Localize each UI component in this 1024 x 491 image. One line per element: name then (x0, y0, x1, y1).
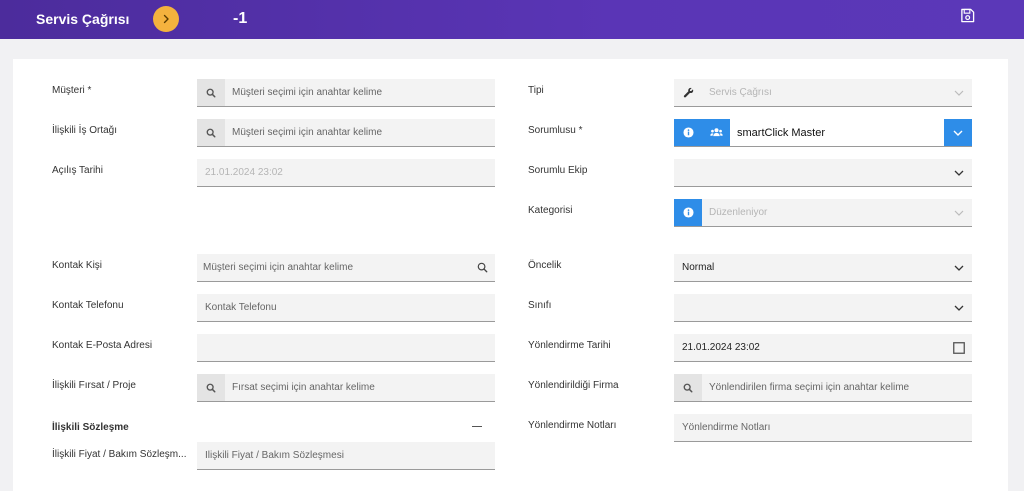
yonlendirildigi-firma-field[interactable]: Yönlendirilen firma seçimi için anahtar … (674, 374, 972, 402)
chevron-down-icon[interactable] (946, 159, 972, 186)
record-id: -1 (233, 10, 248, 27)
yonlendirme-tarihi-label: Yönlendirme Tarihi (528, 340, 611, 351)
users-icon[interactable] (702, 119, 730, 146)
tipi-label: Tipi (528, 85, 544, 96)
sorumlusu-label: Sorumlusu * (528, 125, 583, 136)
kategorisi-label: Kategorisi (528, 205, 573, 216)
search-icon[interactable] (469, 262, 495, 273)
sinifi-select[interactable] (674, 294, 972, 322)
kontak-kisi-field[interactable]: Müşteri seçimi için anahtar kelime (197, 254, 495, 282)
app-header: Servis Çağrısı -1 (0, 0, 1024, 39)
kategorisi-value: Düzenleniyor (709, 207, 768, 218)
iliskili-is-ortagi-field[interactable]: Müşteri seçimi için anahtar kelime (197, 119, 495, 147)
acilis-tarihi-field: 21.01.2024 23:02 (197, 159, 495, 187)
yonlendirme-notlari-field[interactable]: Yönlendirme Notları (674, 414, 972, 442)
collapse-icon[interactable] (472, 426, 482, 427)
kontak-telefonu-input[interactable]: Kontak Telefonu (197, 302, 495, 313)
save-button[interactable] (958, 6, 976, 24)
iliskili-fiyat-field[interactable]: İlişkili Fiyat / Bakım Sözleşmesi (197, 442, 495, 470)
yonlendirildigi-firma-label: Yönlendirildiği Firma (528, 380, 619, 391)
sorumlu-ekip-label: Sorumlu Ekip (528, 165, 588, 176)
page-title: Servis Çağrısı (36, 11, 130, 27)
sorumlusu-select[interactable]: smartClick Master (674, 119, 972, 147)
iliskili-fiyat-input[interactable]: İlişkili Fiyat / Bakım Sözleşmesi (197, 450, 495, 461)
iliskili-firsat-label: İlişkili Fırsat / Proje (52, 380, 136, 391)
info-icon[interactable] (674, 199, 702, 226)
chevron-down-icon[interactable] (946, 294, 972, 321)
yonlendirme-notlari-input[interactable]: Yönlendirme Notları (674, 422, 972, 433)
sorumlu-ekip-select[interactable] (674, 159, 972, 187)
musteri-field[interactable]: Müşteri seçimi için anahtar kelime (197, 79, 495, 107)
chevron-down-icon[interactable] (946, 79, 972, 106)
kontak-eposta-field[interactable] (197, 334, 495, 362)
wrench-icon (674, 79, 702, 106)
navigate-button[interactable] (153, 6, 179, 32)
oncelik-select[interactable]: Normal (674, 254, 972, 282)
iliskili-firsat-input[interactable]: Fırsat seçimi için anahtar kelime (225, 382, 495, 393)
yonlendirildigi-firma-input[interactable]: Yönlendirilen firma seçimi için anahtar … (702, 382, 972, 393)
chevron-down-icon[interactable] (946, 199, 972, 226)
kontak-eposta-label: Kontak E-Posta Adresi (52, 340, 153, 351)
search-icon[interactable] (197, 119, 225, 146)
tipi-value: Servis Çağrısı (709, 87, 772, 98)
yonlendirme-tarihi-value[interactable]: 21.01.2024 23:02 (674, 342, 946, 353)
kategorisi-select[interactable]: Düzenleniyor (674, 199, 972, 227)
search-icon[interactable] (197, 374, 225, 401)
search-icon[interactable] (197, 79, 225, 106)
info-icon[interactable] (674, 119, 702, 146)
kontak-telefonu-field[interactable]: Kontak Telefonu (197, 294, 495, 322)
kontak-telefonu-label: Kontak Telefonu (52, 300, 124, 311)
musteri-label: Müşteri * (52, 85, 92, 96)
acilis-tarihi-value: 21.01.2024 23:02 (205, 167, 283, 178)
chevron-down-icon[interactable] (944, 119, 972, 146)
iliskili-fiyat-label: İlişkili Fiyat / Bakım Sözleşm... (52, 449, 187, 460)
iliskili-is-ortagi-label: İlişkili İş Ortağı (52, 125, 118, 136)
checkbox[interactable] (946, 334, 972, 361)
chevron-down-icon[interactable] (946, 254, 972, 281)
search-icon[interactable] (674, 374, 702, 401)
kontak-kisi-label: Kontak Kişi (52, 260, 103, 271)
iliskili-firsat-field[interactable]: Fırsat seçimi için anahtar kelime (197, 374, 495, 402)
yonlendirme-notlari-label: Yönlendirme Notları (528, 420, 617, 431)
oncelik-label: Öncelik (528, 260, 562, 271)
tipi-select[interactable]: Servis Çağrısı (674, 79, 972, 107)
iliskili-is-ortagi-input[interactable]: Müşteri seçimi için anahtar kelime (225, 127, 495, 138)
sorumlusu-value: smartClick Master (737, 126, 826, 139)
musteri-input[interactable]: Müşteri seçimi için anahtar kelime (225, 87, 495, 98)
acilis-tarihi-label: Açılış Tarihi (52, 165, 103, 176)
sinifi-label: Sınıfı (528, 300, 552, 311)
floppy-disk-icon (960, 8, 974, 22)
yonlendirme-tarihi-field[interactable]: 21.01.2024 23:02 (674, 334, 972, 362)
iliskili-sozlesme-heading: İlişkili Sözleşme (52, 422, 129, 433)
chevron-right-icon (163, 14, 169, 24)
kontak-kisi-input[interactable]: Müşteri seçimi için anahtar kelime (197, 262, 469, 273)
oncelik-value: Normal (682, 262, 715, 273)
